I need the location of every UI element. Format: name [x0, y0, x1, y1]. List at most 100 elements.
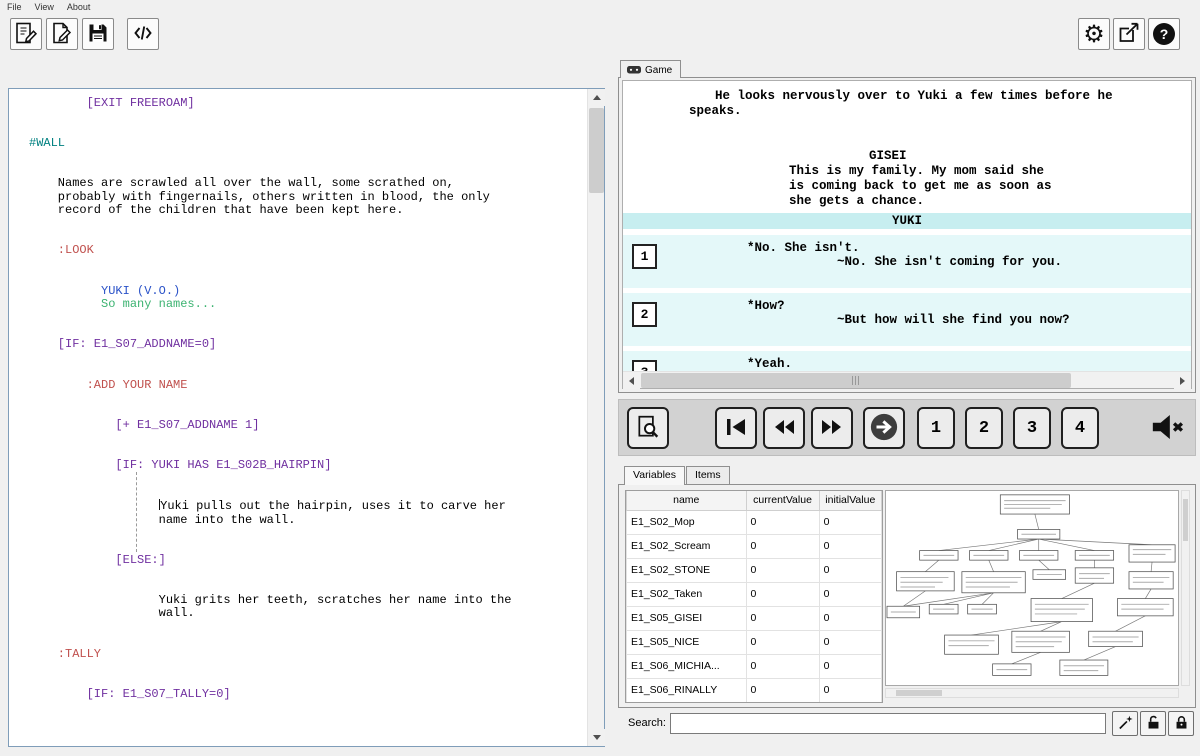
choice-4-button[interactable]: 4 [1061, 407, 1099, 449]
table-row[interactable]: E1_S02_Mop00 [627, 510, 882, 534]
active-speaker-band: YUKI [623, 213, 1191, 229]
edit-script-icon [14, 21, 38, 48]
scroll-right-button[interactable] [1174, 372, 1191, 389]
table-row[interactable]: E1_S06_MICHIA...00 [627, 654, 882, 678]
tab-variables[interactable]: Variables [624, 466, 685, 485]
game-preview-panel: He looks nervously over to Yuki a few ti… [622, 80, 1192, 389]
table-cell: 0 [819, 654, 881, 678]
gear-icon: ⚙ [1083, 22, 1105, 46]
script-line: YUKI (V.O.) [29, 284, 180, 298]
fast-forward-button[interactable] [811, 407, 853, 449]
table-cell: 0 [746, 678, 819, 702]
table-row[interactable]: E1_S02_Taken00 [627, 582, 882, 606]
choice-row[interactable]: 1*No. She isn't.~No. She isn't coming fo… [623, 235, 1191, 288]
scrollbar-thumb[interactable] [896, 690, 942, 696]
code-view-button[interactable] [127, 18, 159, 50]
scrollbar-thumb[interactable] [641, 373, 1071, 388]
tab-items[interactable]: Items [686, 466, 730, 484]
edit-script-button[interactable] [10, 18, 42, 50]
game-horizontal-scrollbar[interactable] [623, 371, 1191, 388]
skip-to-start-button[interactable] [715, 407, 757, 449]
choice-1-button[interactable]: 1 [917, 407, 955, 449]
game-dialogue-area: He looks nervously over to Yuki a few ti… [623, 89, 1191, 209]
table-row[interactable]: E1_S02_STONE00 [627, 558, 882, 582]
inspect-button[interactable] [627, 407, 669, 449]
choice-number: 2 [632, 302, 657, 327]
game-tabcontrol: He looks nervously over to Yuki a few ti… [618, 77, 1196, 393]
game-text-line: is coming back to get me as soon as [623, 179, 1191, 194]
indent-guide [136, 472, 137, 552]
table-cell: E1_S05_NICE [627, 630, 747, 654]
new-script-button[interactable] [46, 18, 78, 50]
column-header-name[interactable]: name [627, 491, 747, 510]
flowchart-horizontal-scrollbar[interactable] [885, 688, 1179, 698]
variables-grid: namecurrentValueinitialValue E1_S02_Mop0… [626, 491, 882, 703]
menu-about[interactable]: About [67, 2, 91, 12]
scrollbar-thumb[interactable] [1183, 499, 1188, 541]
script-line: [EXIT FREEROAM] [29, 96, 195, 110]
table-cell: E1_S05_GISEI [627, 606, 747, 630]
triangle-right-icon [1180, 377, 1185, 385]
scrollbar-thumb[interactable] [589, 108, 604, 193]
table-cell: 0 [746, 558, 819, 582]
script-line: Names are scrawled all over the wall, so… [29, 176, 454, 190]
help-button[interactable]: ? [1148, 18, 1180, 50]
table-cell: E1_S02_Mop [627, 510, 747, 534]
editor-vertical-scrollbar[interactable] [587, 89, 604, 746]
scroll-down-button[interactable] [588, 729, 605, 746]
choice-number: 1 [632, 244, 657, 269]
column-header-initialValue[interactable]: initialValue [819, 491, 881, 510]
script-line: [IF: E1_S07_ADDNAME=0] [29, 337, 216, 351]
fast-forward-icon [819, 415, 845, 442]
variables-table[interactable]: namecurrentValueinitialValue E1_S02_Mop0… [625, 490, 883, 703]
playback-toolbar: 1234 [618, 399, 1196, 456]
scroll-up-button[interactable] [588, 89, 605, 106]
choice-option: *Yeah. [747, 357, 792, 371]
search-input[interactable] [670, 713, 1106, 734]
table-cell: 0 [819, 678, 881, 702]
column-header-currentValue[interactable]: currentValue [746, 491, 819, 510]
save-button[interactable] [82, 18, 114, 50]
menu-view[interactable]: View [35, 2, 54, 12]
tab-game[interactable]: Game [620, 60, 681, 78]
table-row[interactable]: E1_S05_GISEI00 [627, 606, 882, 630]
script-line: :TALLY [29, 647, 101, 661]
variables-header-row: namecurrentValueinitialValue [627, 491, 882, 510]
scroll-left-button[interactable] [623, 372, 640, 389]
flowchart-vertical-scrollbar[interactable] [1181, 490, 1190, 686]
mute-button[interactable] [1143, 407, 1191, 449]
choice-row[interactable]: 3*Yeah.~Yeah. That'll be great. [623, 351, 1191, 371]
choice-option: *No. She isn't. [747, 241, 860, 256]
choice-2-button[interactable]: 2 [965, 407, 1003, 449]
table-row[interactable]: E1_S02_Scream00 [627, 534, 882, 558]
script-line: [+ E1_S07_ADDNAME 1] [29, 418, 259, 432]
script-editor[interactable]: [EXIT FREEROAM] #WALL Names are scrawled… [8, 88, 605, 747]
new-script-icon [50, 21, 74, 48]
table-cell: E1_S02_Taken [627, 582, 747, 606]
unlock-button[interactable] [1140, 711, 1166, 736]
table-row[interactable]: E1_S06_RINALLY00 [627, 678, 882, 702]
table-cell: 0 [819, 558, 881, 582]
rewind-button[interactable] [763, 407, 805, 449]
menu-file[interactable]: File [7, 2, 22, 12]
choice-row[interactable]: 2*How?~But how will she find you now? [623, 293, 1191, 346]
script-line: #WALL [29, 136, 65, 150]
game-text-line: This is my family. My mom said she [623, 164, 1191, 179]
next-line-button[interactable] [863, 407, 905, 449]
lock-button[interactable] [1168, 711, 1194, 736]
table-cell: 0 [819, 630, 881, 654]
variables-panel: namecurrentValueinitialValue E1_S02_Mop0… [618, 484, 1196, 708]
triangle-left-icon [629, 377, 634, 385]
dialogue-flowchart-svg [886, 491, 1178, 685]
next-arrow-icon [869, 412, 899, 445]
wand-button[interactable] [1112, 711, 1138, 736]
table-row[interactable]: E1_S05_NICE00 [627, 630, 882, 654]
table-cell: 0 [819, 534, 881, 558]
script-editor-text[interactable]: [EXIT FREEROAM] #WALL Names are scrawled… [9, 89, 587, 746]
script-line: wall. [29, 606, 195, 620]
unlock-icon [1145, 714, 1162, 734]
game-text-line: she gets a chance. [623, 194, 1191, 209]
export-button[interactable] [1113, 18, 1145, 50]
choice-3-button[interactable]: 3 [1013, 407, 1051, 449]
settings-button[interactable]: ⚙ [1078, 18, 1110, 50]
